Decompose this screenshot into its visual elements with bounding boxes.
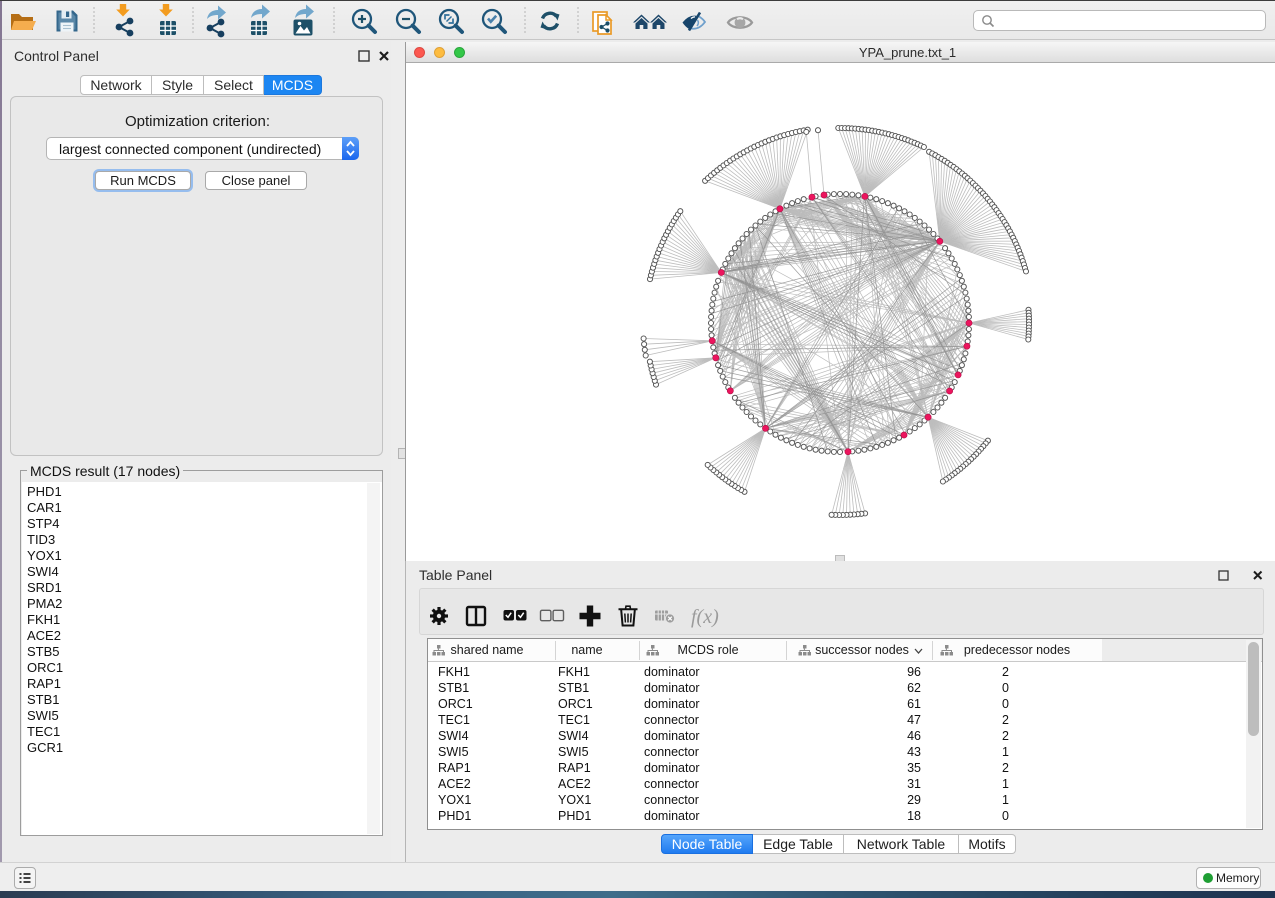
svg-text:f(x): f(x) xyxy=(691,606,719,628)
